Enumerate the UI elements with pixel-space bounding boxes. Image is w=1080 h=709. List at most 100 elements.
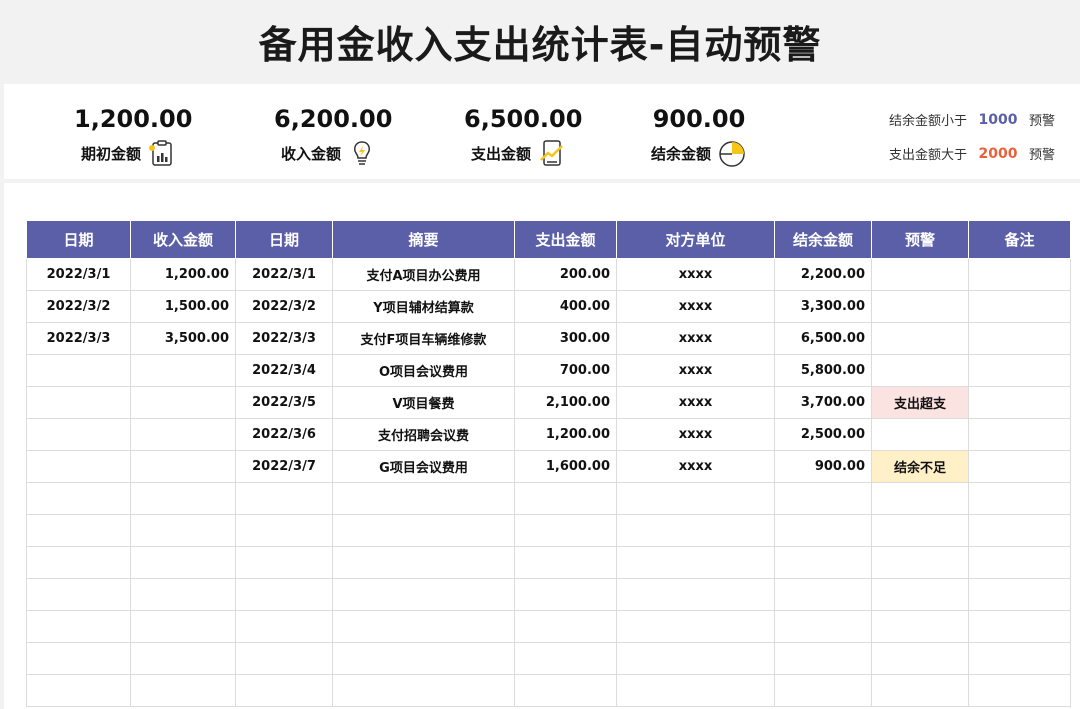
income-amount-cell[interactable] <box>130 418 236 451</box>
expense-date-cell[interactable] <box>235 482 333 515</box>
income-date-cell[interactable] <box>26 450 131 483</box>
summary-cell[interactable] <box>332 514 515 547</box>
warning-cell[interactable] <box>871 354 969 387</box>
col-header-expense-date[interactable]: 日期 <box>235 220 333 259</box>
income-amount-cell[interactable]: 1,200.00 <box>130 258 236 291</box>
expense-amount-cell[interactable]: 1,600.00 <box>514 450 617 483</box>
summary-cell[interactable]: 支付F项目车辆维修款 <box>332 322 515 355</box>
warning-cell[interactable] <box>871 578 969 611</box>
warning-cell[interactable] <box>871 322 969 355</box>
summary-cell[interactable] <box>332 610 515 643</box>
summary-cell[interactable] <box>332 578 515 611</box>
summary-cell[interactable]: V项目餐费 <box>332 386 515 419</box>
balance-cell[interactable] <box>774 482 872 515</box>
notes-cell[interactable] <box>968 386 1071 419</box>
expense-date-cell[interactable]: 2022/3/7 <box>235 450 333 483</box>
summary-cell[interactable] <box>332 674 515 707</box>
income-date-cell[interactable]: 2022/3/3 <box>26 322 131 355</box>
income-date-cell[interactable] <box>26 514 131 547</box>
warning-cell[interactable]: 结余不足 <box>871 450 969 483</box>
income-amount-cell[interactable] <box>130 674 236 707</box>
balance-cell[interactable]: 6,500.00 <box>774 322 872 355</box>
counterparty-cell[interactable] <box>616 642 775 675</box>
expense-date-cell[interactable]: 2022/3/3 <box>235 322 333 355</box>
income-amount-cell[interactable] <box>130 354 236 387</box>
expense-threshold-input[interactable]: 2000 <box>967 146 1029 162</box>
income-amount-cell[interactable] <box>130 610 236 643</box>
income-amount-cell[interactable]: 3,500.00 <box>130 322 236 355</box>
balance-cell[interactable] <box>774 642 872 675</box>
counterparty-cell[interactable]: xxxx <box>616 354 775 387</box>
summary-cell[interactable]: G项目会议费用 <box>332 450 515 483</box>
notes-cell[interactable] <box>968 450 1071 483</box>
income-date-cell[interactable] <box>26 546 131 579</box>
warning-cell[interactable] <box>871 514 969 547</box>
income-date-cell[interactable] <box>26 642 131 675</box>
counterparty-cell[interactable]: xxxx <box>616 290 775 323</box>
expense-amount-cell[interactable] <box>514 514 617 547</box>
income-amount-cell[interactable] <box>130 482 236 515</box>
balance-cell[interactable] <box>774 514 872 547</box>
expense-date-cell[interactable] <box>235 642 333 675</box>
counterparty-cell[interactable]: xxxx <box>616 322 775 355</box>
counterparty-cell[interactable] <box>616 546 775 579</box>
expense-date-cell[interactable]: 2022/3/6 <box>235 418 333 451</box>
income-amount-cell[interactable] <box>130 450 236 483</box>
expense-amount-cell[interactable]: 2,100.00 <box>514 386 617 419</box>
expense-amount-cell[interactable]: 400.00 <box>514 290 617 323</box>
expense-amount-cell[interactable] <box>514 546 617 579</box>
income-date-cell[interactable] <box>26 482 131 515</box>
income-date-cell[interactable]: 2022/3/1 <box>26 258 131 291</box>
counterparty-cell[interactable] <box>616 674 775 707</box>
income-date-cell[interactable]: 2022/3/2 <box>26 290 131 323</box>
summary-cell[interactable]: Y项目辅材结算款 <box>332 290 515 323</box>
warning-cell[interactable] <box>871 482 969 515</box>
warning-cell[interactable] <box>871 290 969 323</box>
balance-cell[interactable]: 2,500.00 <box>774 418 872 451</box>
counterparty-cell[interactable]: xxxx <box>616 386 775 419</box>
expense-date-cell[interactable]: 2022/3/2 <box>235 290 333 323</box>
warning-cell[interactable] <box>871 642 969 675</box>
income-date-cell[interactable] <box>26 610 131 643</box>
notes-cell[interactable] <box>968 354 1071 387</box>
income-date-cell[interactable] <box>26 578 131 611</box>
income-amount-cell[interactable] <box>130 578 236 611</box>
expense-amount-cell[interactable]: 200.00 <box>514 258 617 291</box>
warning-cell[interactable] <box>871 546 969 579</box>
income-date-cell[interactable] <box>26 674 131 707</box>
income-date-cell[interactable] <box>26 386 131 419</box>
expense-date-cell[interactable] <box>235 546 333 579</box>
counterparty-cell[interactable]: xxxx <box>616 450 775 483</box>
expense-date-cell[interactable] <box>235 578 333 611</box>
col-header-warning[interactable]: 预警 <box>871 220 969 259</box>
balance-cell[interactable]: 3,700.00 <box>774 386 872 419</box>
notes-cell[interactable] <box>968 642 1071 675</box>
col-header-expense-amount[interactable]: 支出金额 <box>514 220 617 259</box>
warning-cell[interactable] <box>871 674 969 707</box>
counterparty-cell[interactable] <box>616 610 775 643</box>
expense-date-cell[interactable] <box>235 674 333 707</box>
income-amount-cell[interactable] <box>130 546 236 579</box>
counterparty-cell[interactable] <box>616 578 775 611</box>
notes-cell[interactable] <box>968 322 1071 355</box>
notes-cell[interactable] <box>968 418 1071 451</box>
expense-amount-cell[interactable] <box>514 578 617 611</box>
notes-cell[interactable] <box>968 674 1071 707</box>
col-header-summary[interactable]: 摘要 <box>332 220 515 259</box>
balance-cell[interactable] <box>774 578 872 611</box>
counterparty-cell[interactable] <box>616 514 775 547</box>
counterparty-cell[interactable]: xxxx <box>616 258 775 291</box>
expense-amount-cell[interactable]: 300.00 <box>514 322 617 355</box>
income-amount-cell[interactable] <box>130 514 236 547</box>
col-header-notes[interactable]: 备注 <box>968 220 1071 259</box>
income-amount-cell[interactable]: 1,500.00 <box>130 290 236 323</box>
expense-amount-cell[interactable]: 1,200.00 <box>514 418 617 451</box>
balance-cell[interactable]: 5,800.00 <box>774 354 872 387</box>
notes-cell[interactable] <box>968 514 1071 547</box>
notes-cell[interactable] <box>968 578 1071 611</box>
warning-cell[interactable] <box>871 610 969 643</box>
balance-cell[interactable]: 2,200.00 <box>774 258 872 291</box>
balance-threshold-input[interactable]: 1000 <box>967 112 1029 128</box>
expense-amount-cell[interactable] <box>514 610 617 643</box>
expense-date-cell[interactable] <box>235 610 333 643</box>
